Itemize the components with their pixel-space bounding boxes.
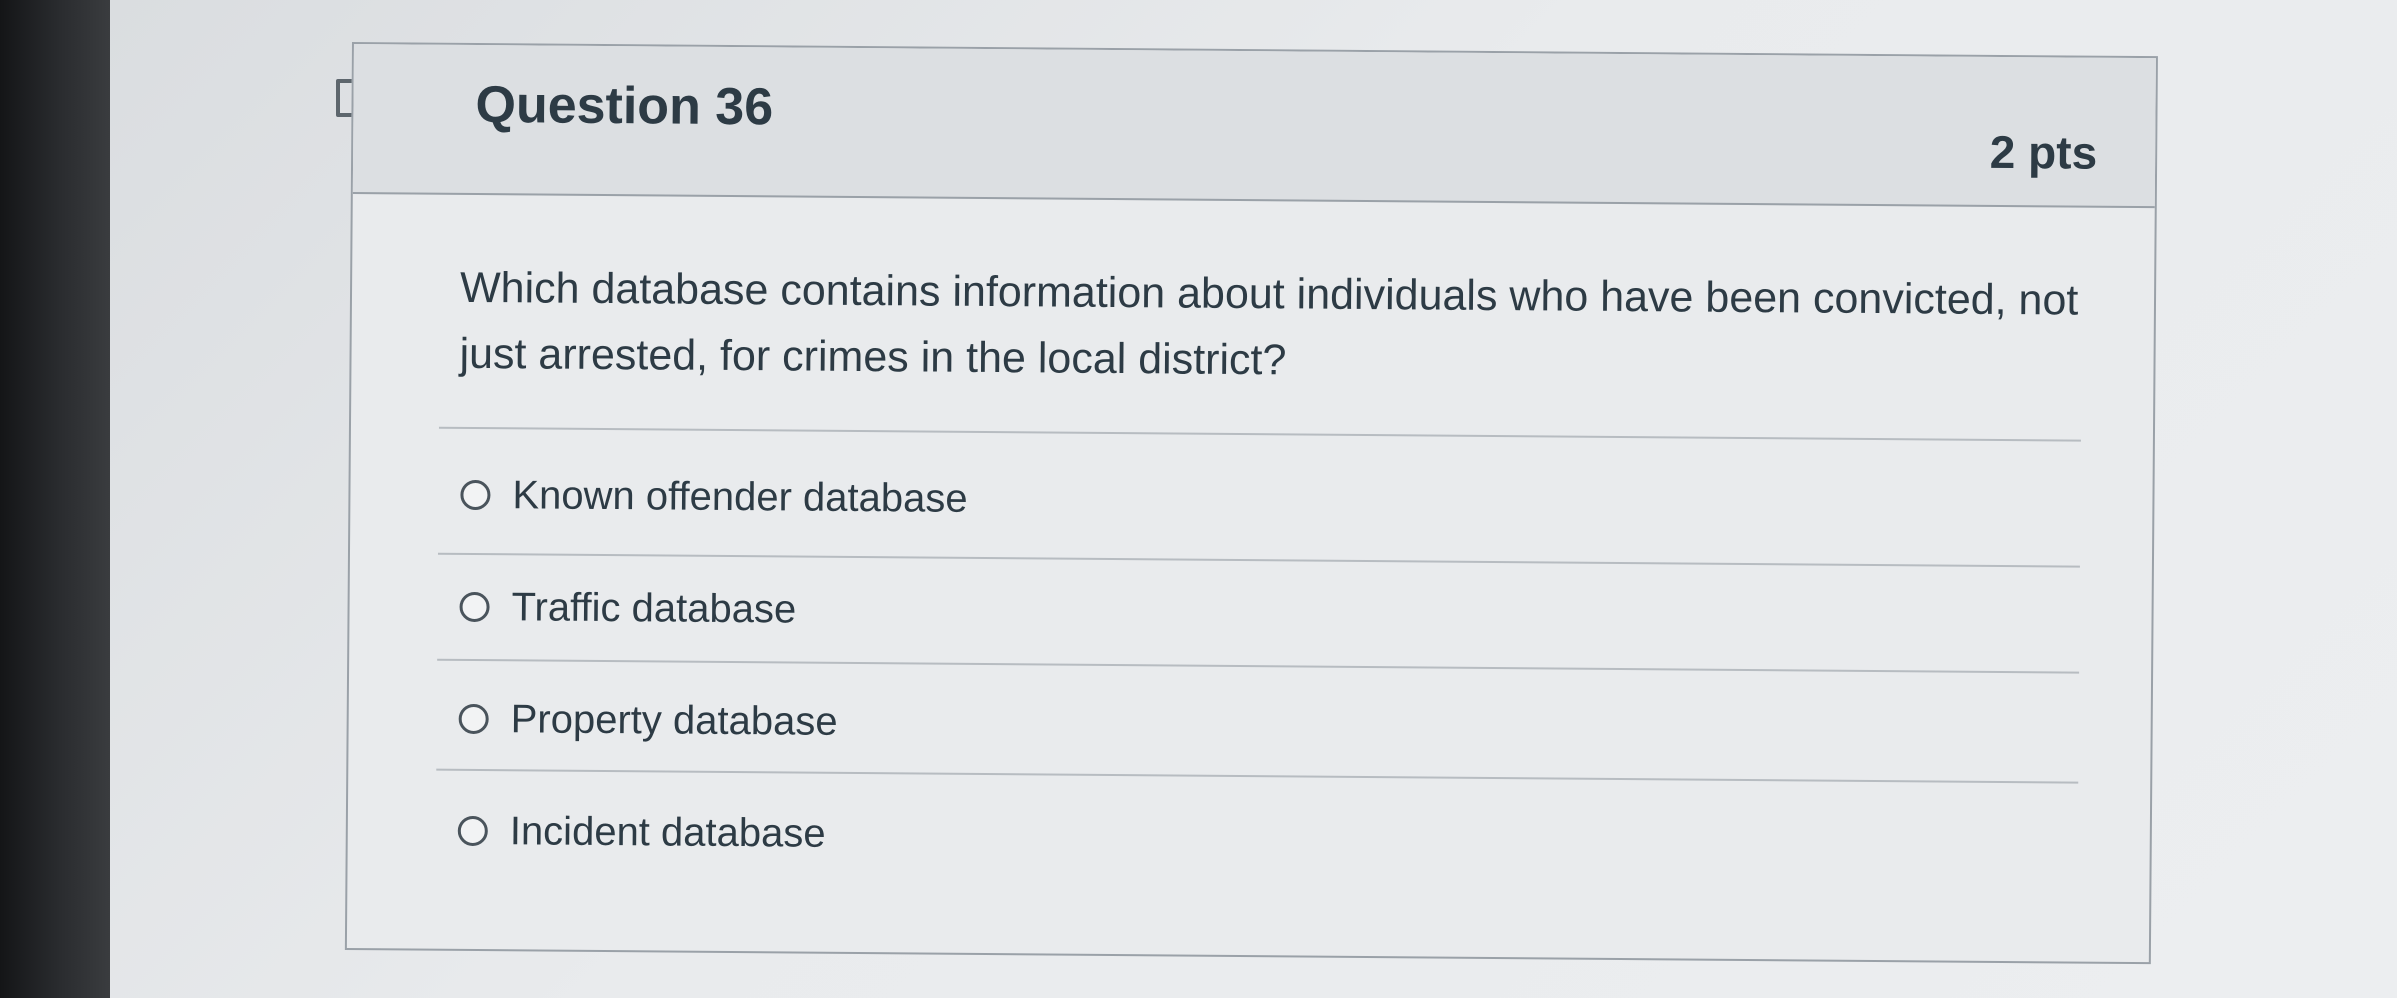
answer-divider xyxy=(437,658,2080,674)
device-bezel xyxy=(0,0,110,998)
answer-option-known-offender[interactable]: Known offender database xyxy=(460,465,968,529)
question-text: Which database contains information abou… xyxy=(459,263,2079,385)
question-title: Question 36 xyxy=(475,75,774,137)
answer-option-traffic[interactable]: Traffic database xyxy=(459,577,796,640)
radio-button[interactable] xyxy=(460,479,491,511)
question-header: Question 36 2 pts xyxy=(352,44,2156,209)
answer-option-property[interactable]: Property database xyxy=(458,689,838,752)
radio-button[interactable] xyxy=(459,591,490,623)
answer-label: Property database xyxy=(510,696,838,744)
radio-button[interactable] xyxy=(457,815,488,847)
answer-label: Incident database xyxy=(509,808,826,856)
answer-label: Traffic database xyxy=(511,584,797,632)
answer-label: Known offender database xyxy=(512,472,968,521)
question-points: 2 pts xyxy=(1989,125,2098,179)
answer-divider xyxy=(437,552,2080,568)
answer-option-incident[interactable]: Incident database xyxy=(457,801,826,864)
answer-divider xyxy=(438,426,2081,442)
radio-button[interactable] xyxy=(458,703,489,735)
answer-divider xyxy=(436,768,2079,784)
question-card: Question 36 2 pts Which database contain… xyxy=(344,42,2158,965)
